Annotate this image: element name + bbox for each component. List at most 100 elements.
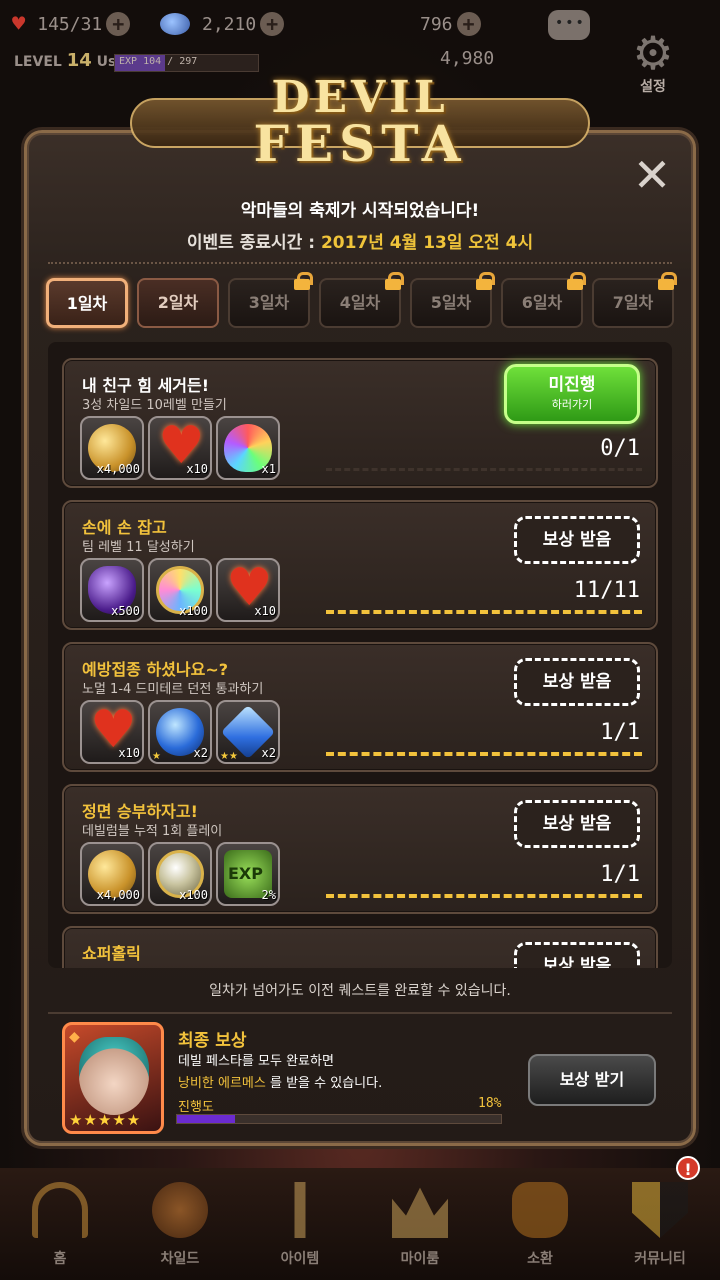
lock-icon xyxy=(567,272,586,290)
reward-item[interactable]: ★★ x2 xyxy=(216,700,280,764)
reward-item[interactable]: x100 xyxy=(148,558,212,622)
quest-title: 내 친구 힘 세거든! xyxy=(82,376,210,395)
reward-item[interactable]: x4,000 xyxy=(80,842,144,906)
reward-items: x4,000 x100 2% xyxy=(80,842,280,908)
rarity-stars: ★★★★★ xyxy=(69,1111,142,1129)
final-reward-section: ◆ ★★★★★ 최종 보상 데빌 페스타를 모두 완료하면 낭비한 에르메스 를… xyxy=(48,1012,672,1136)
day-tabs: 1일차 2일차 3일차 4일차 5일차 6일차 7일차 xyxy=(46,272,677,328)
tab-day-6[interactable]: 6일차 xyxy=(501,272,586,328)
settings-label: 설정 xyxy=(640,79,666,95)
nav-label: 소환 xyxy=(527,1251,553,1267)
gold-counter: 796 + xyxy=(420,10,481,38)
quest-list[interactable]: 내 친구 힘 세거든! 3성 차일드 10레벨 만들기 x4,000 x10 x… xyxy=(48,342,672,968)
reward-claimed-button[interactable]: 보상 받음 xyxy=(514,658,640,706)
reward-claimed-button[interactable]: 보상 받음 xyxy=(514,942,640,968)
tab-label: 2일차 xyxy=(157,293,199,312)
item-qty: x1 xyxy=(261,462,276,476)
button-label: 보상 받음 xyxy=(542,530,612,550)
item-qty: x10 xyxy=(118,746,140,760)
reward-item[interactable]: x1 xyxy=(216,416,280,480)
child-icon xyxy=(152,1182,208,1238)
tab-day-1[interactable]: 1일차 xyxy=(46,278,128,328)
character-face xyxy=(79,1037,149,1115)
nav-summon[interactable]: 소환 xyxy=(480,1168,600,1280)
progress-label: 진행도 xyxy=(178,1100,214,1115)
reward-items: x10 ★ x2 ★★ x2 xyxy=(80,700,280,766)
reward-claimed-button[interactable]: 보상 받음 xyxy=(514,800,640,848)
nav-community[interactable]: 커뮤니티 xyxy=(600,1168,720,1280)
nav-home[interactable]: 홈 xyxy=(0,1168,120,1280)
final-reward-desc2: 낭비한 에르메스 를 받을 수 있습니다. xyxy=(178,1072,382,1091)
tab-day-4[interactable]: 4일차 xyxy=(319,272,404,328)
go-button[interactable]: 미진행 하러가기 xyxy=(504,364,640,424)
item-qty: x4,000 xyxy=(96,888,140,902)
item-qty: x2 xyxy=(193,746,208,760)
item-qty: 2% xyxy=(261,888,276,902)
tab-label: 7일차 xyxy=(612,293,654,312)
nav-label: 홈 xyxy=(53,1251,67,1267)
tab-day-7[interactable]: 7일차 xyxy=(592,272,677,328)
quest-card: 예방접종 하셨나요~? 노멀 1-4 드미테르 던전 통과하기 x10 ★ x2 … xyxy=(62,642,658,772)
quest-note: 일차가 넘어가도 이전 퀘스트를 완료할 수 있습니다. xyxy=(209,983,511,999)
claim-reward-button[interactable]: 보상 받기 xyxy=(528,1054,656,1106)
button-label: 보상 받음 xyxy=(542,956,612,968)
reward-item[interactable]: x500 xyxy=(80,558,144,622)
close-button[interactable]: ✕ xyxy=(632,152,672,198)
quest-progress xyxy=(326,752,642,756)
chat-icon[interactable] xyxy=(548,10,590,40)
quest-card: 손에 손 잡고 팀 레벨 11 달성하기 x500 x100 x10 보상 받음… xyxy=(62,500,658,630)
item-qty: x100 xyxy=(179,888,208,902)
reward-claimed-button[interactable]: 보상 받음 xyxy=(514,516,640,564)
gem-counter: 2,210 + xyxy=(160,10,285,38)
quest-card: 내 친구 힘 세거든! 3성 차일드 10레벨 만들기 x4,000 x10 x… xyxy=(62,358,658,488)
quest-subtitle: 3성 차일드 10레벨 만들기 xyxy=(82,398,227,413)
final-reward-desc: 데빌 페스타를 모두 완료하면 xyxy=(178,1054,334,1069)
quest-subtitle: 노멀 1-4 드미테르 던전 통과하기 xyxy=(82,682,264,697)
item-qty: x100 xyxy=(179,604,208,618)
end-time-value: 2017년 4월 13일 오전 4시 xyxy=(320,233,534,253)
heart-icon: ♥ xyxy=(12,11,26,37)
nav-item[interactable]: 아이템 xyxy=(240,1168,360,1280)
nav-label: 차일드 xyxy=(160,1251,200,1267)
item-qty: x2 xyxy=(261,746,276,760)
stamina-counter: ♥ 145/31 + xyxy=(12,10,131,38)
reward-item[interactable]: x10 xyxy=(80,700,144,764)
tab-label: 3일차 xyxy=(248,293,290,312)
tab-label: 6일차 xyxy=(521,293,563,312)
add-gem-button[interactable]: + xyxy=(260,12,285,36)
nav-child[interactable]: 차일드 xyxy=(120,1168,240,1280)
tab-day-3[interactable]: 3일차 xyxy=(228,272,313,328)
tab-label: 5일차 xyxy=(430,293,472,312)
quest-count: 0/1 xyxy=(600,436,640,461)
hermes-portrait[interactable]: ◆ ★★★★★ xyxy=(62,1022,164,1134)
add-gold-button[interactable]: + xyxy=(456,12,481,36)
stamina-value: 145/31 xyxy=(37,13,103,35)
quest-subtitle: 데빌럼블 누적 1회 플레이 xyxy=(82,824,223,839)
quest-count: 1/1 xyxy=(600,720,640,745)
tab-day-5[interactable]: 5일차 xyxy=(410,272,495,328)
reward-desc-rest: 를 받을 수 있습니다. xyxy=(265,1076,383,1091)
level-label: LEVEL xyxy=(14,54,62,70)
tab-day-2[interactable]: 2일차 xyxy=(137,278,219,328)
nav-label: 아이템 xyxy=(280,1251,320,1267)
go-button-label: 미진행 xyxy=(548,375,596,395)
event-announcement: 악마들의 축제가 시작되었습니다! xyxy=(240,201,480,221)
reward-item[interactable]: ★ x2 xyxy=(148,700,212,764)
reward-item[interactable]: 2% xyxy=(216,842,280,906)
quest-progress xyxy=(326,468,642,471)
quest-progress xyxy=(326,610,642,614)
add-stamina-button[interactable]: + xyxy=(106,12,131,36)
settings-button[interactable]: ⚙ 설정 xyxy=(622,30,684,96)
logo-line2: FESTA xyxy=(253,114,467,173)
quest-title: 예방접종 하셨나요~? xyxy=(82,660,229,679)
reward-item[interactable]: x10 xyxy=(216,558,280,622)
reward-item[interactable]: x10 xyxy=(148,416,212,480)
reward-item[interactable]: x4,000 xyxy=(80,416,144,480)
progress-percent: 18% xyxy=(478,1096,502,1111)
nav-myroom[interactable]: 마이룸 xyxy=(360,1168,480,1280)
event-end-time: 이벤트 종료시간 : 2017년 4월 13일 오전 4시 xyxy=(0,228,720,253)
quest-count: 1/1 xyxy=(600,862,640,887)
item-qty: x4,000 xyxy=(96,462,140,476)
reward-items: x4,000 x10 x1 xyxy=(80,416,280,482)
reward-item[interactable]: x100 xyxy=(148,842,212,906)
